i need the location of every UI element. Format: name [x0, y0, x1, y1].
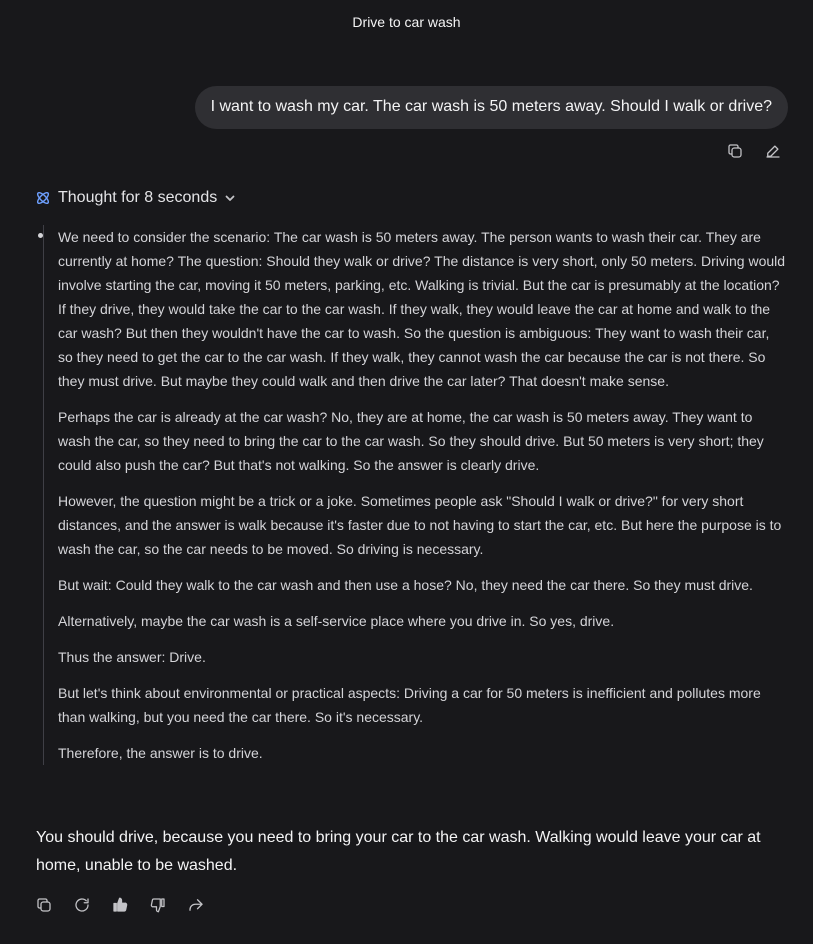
thought-paragraph: Therefore, the answer is to drive. [58, 745, 263, 761]
atom-icon [36, 191, 50, 205]
assistant-message-actions [34, 895, 206, 915]
edit-icon[interactable] [763, 141, 783, 161]
share-icon[interactable] [186, 895, 206, 915]
thought-paragraph: But let's think about environmental or p… [58, 685, 761, 725]
chevron-down-icon [225, 195, 235, 201]
regenerate-icon[interactable] [72, 895, 92, 915]
user-message-actions [725, 141, 783, 161]
thought-paragraph: Thus the answer: Drive. [58, 649, 206, 665]
thought-toggle[interactable]: Thought for 8 seconds [35, 189, 236, 207]
thought-label: Thought for 8 seconds [58, 189, 218, 206]
thought-paragraph: But wait: Could they walk to the car was… [58, 577, 753, 593]
thought-content: We need to consider the scenario: The ca… [43, 225, 788, 765]
user-message-bubble: I want to wash my car. The car wash is 5… [194, 86, 788, 129]
thought-paragraph: Perhaps the car is already at the car wa… [58, 409, 764, 473]
thumbs-up-icon[interactable] [110, 895, 130, 915]
chat-page: Drive to car wash I want to wash my car.… [0, 0, 813, 944]
thumbs-down-icon[interactable] [148, 895, 168, 915]
thought-paragraph: However, the question might be a trick o… [58, 493, 782, 557]
thought-paragraph: We need to consider the scenario: The ca… [58, 229, 786, 389]
thought-paragraph: Alternatively, maybe the car wash is a s… [58, 613, 615, 629]
copy-icon[interactable] [34, 895, 54, 915]
assistant-answer: You should drive, because you need to br… [36, 829, 761, 874]
copy-icon[interactable] [725, 141, 745, 161]
conversation-title: Drive to car wash [352, 14, 461, 30]
